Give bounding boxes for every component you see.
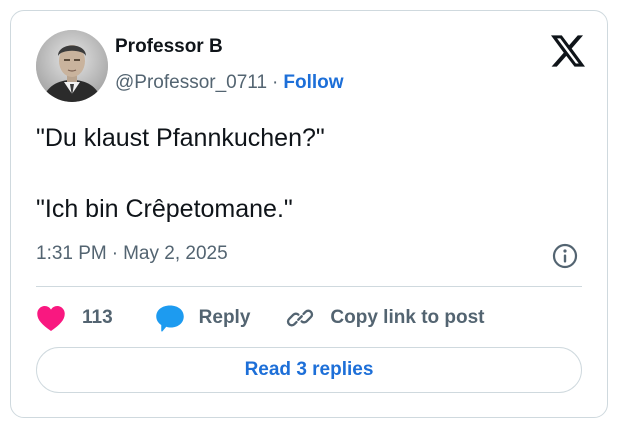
heart-icon xyxy=(37,306,65,331)
post-timestamp[interactable]: 1:31 PM · May 2, 2025 xyxy=(36,243,228,265)
read-replies-button[interactable]: Read 3 replies xyxy=(36,347,582,393)
like-count: 113 xyxy=(82,307,113,328)
separator-dot: · xyxy=(111,243,119,264)
author-handle[interactable]: @Professor_0711 xyxy=(115,72,267,93)
reply-button[interactable]: Reply xyxy=(155,304,251,332)
action-bar: 113 Reply Copy link to post xyxy=(36,302,485,334)
post-text: "Du klaust Pfannkuchen?" "Ich bin Crêpet… xyxy=(36,123,576,225)
follow-link[interactable]: Follow xyxy=(283,72,343,93)
x-logo-icon[interactable] xyxy=(551,35,585,67)
info-circle-icon[interactable] xyxy=(551,242,579,270)
copy-link-label: Copy link to post xyxy=(330,307,485,328)
embedded-post-card: Professor B @Professor_0711 · Follow "Du k… xyxy=(10,10,608,418)
post-text-line: "Ich bin Crêpetomane." xyxy=(36,195,293,223)
speech-bubble-icon xyxy=(155,305,184,332)
separator-dot: · xyxy=(272,72,279,93)
divider xyxy=(36,286,582,287)
like-button[interactable]: 113 xyxy=(36,304,113,332)
copy-link-button[interactable]: Copy link to post xyxy=(286,304,485,332)
author-name[interactable]: Professor B xyxy=(115,36,223,58)
link-icon xyxy=(287,309,314,327)
post-time: 1:31 PM xyxy=(36,243,107,264)
post-text-line: "Du klaust Pfannkuchen?" xyxy=(36,124,325,152)
author-avatar[interactable] xyxy=(36,30,108,102)
author-meta: @Professor_0711 · Follow xyxy=(115,72,344,94)
post-date: May 2, 2025 xyxy=(123,243,228,264)
avatar-portrait-image xyxy=(36,30,108,102)
reply-label: Reply xyxy=(198,307,251,328)
